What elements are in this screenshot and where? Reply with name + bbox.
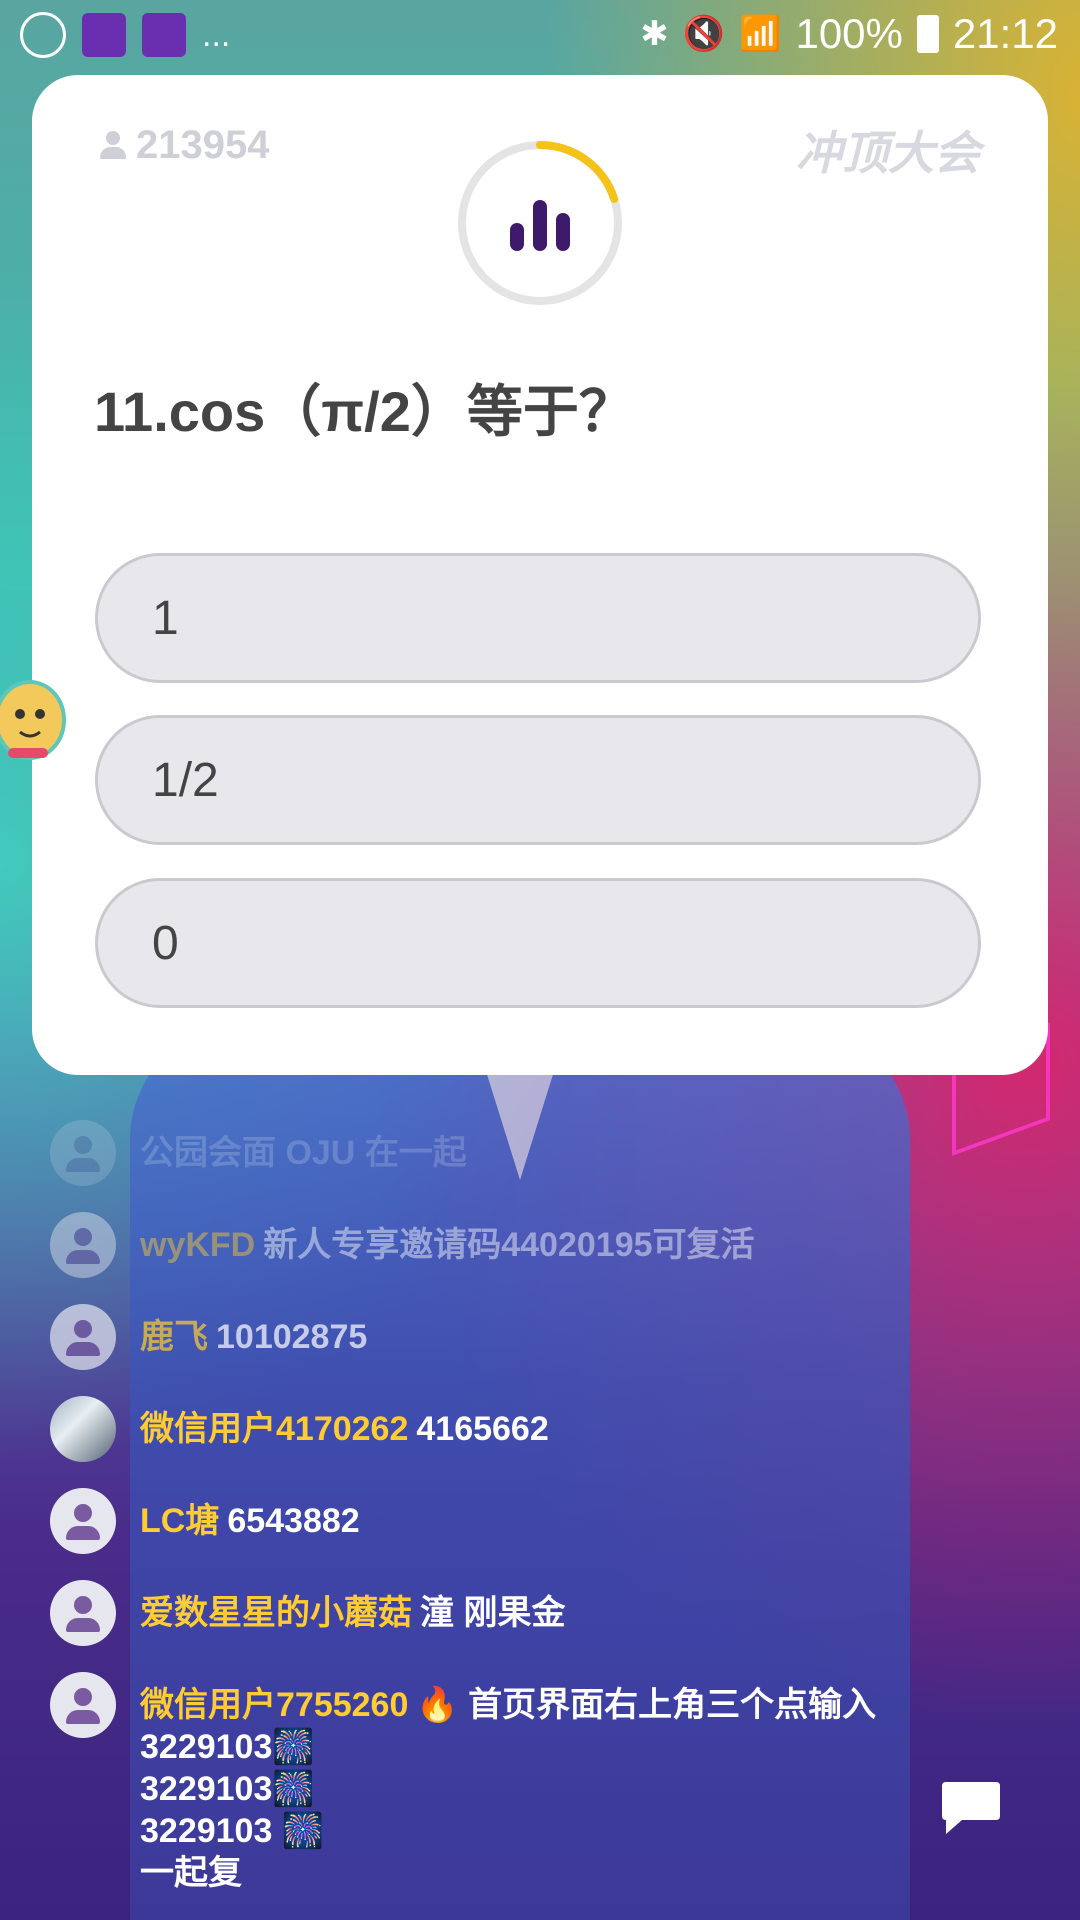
comment-username: LC塘 [140,1502,220,1540]
comment-message: 公园会面 OJU 在一起 [140,1134,467,1172]
comment-item: 鹿飞 10102875 [50,1304,367,1370]
app-logo: 冲顶大会 [796,126,980,180]
mute-icon: 🔇 [682,15,726,53]
more-notifications-icon: ... [202,15,231,54]
app-notification-icon [82,13,126,57]
status-bar: ... ✱ 🔇 📶 100% 21:12 [0,0,1080,75]
comment-message: 潼 刚果金 [420,1594,566,1632]
comment-message-line: 3229103🎆 [140,1728,315,1766]
comment-username: wyKFD [140,1226,256,1264]
comment-message: 10102875 [216,1318,368,1356]
comment-message-line: 一起复 [140,1854,242,1892]
comment-item: 爱数星星的小蘑菇潼 刚果金 [50,1580,565,1646]
avatar [50,1488,116,1554]
comment-username: 微信用户7755260 [140,1686,409,1724]
status-bar-left: ... [20,12,230,58]
avatar [50,1580,116,1646]
comment-username: 鹿飞 [140,1318,208,1356]
question-card: 213954 冲顶大会 11.cos（π/2）等于？ 1 1/2 0 [32,75,1048,1075]
comment-message-line: 3229103🎆 [140,1770,315,1808]
comment-message: 6543882 [227,1502,360,1540]
answer-option-2[interactable]: 1/2 [95,715,981,845]
battery-percent: 100% [795,10,903,57]
comment-item: LC塘 6543882 [50,1488,360,1554]
question-text: 11.cos（π/2）等于？ [94,380,635,443]
timer-progress [536,141,619,203]
player-count: 213954 [100,123,269,168]
wifi-icon: 📶 [739,15,782,53]
comment-item: 微信用户4170262 4165662 [50,1396,549,1462]
avatar [50,1120,116,1186]
comment-message: 4165662 [416,1410,549,1448]
avatar [50,1672,116,1738]
comment-username: 微信用户4170262 [140,1410,409,1448]
chat-bubble-icon[interactable] [940,1780,1002,1836]
battery-icon [916,15,939,53]
mascot-icon[interactable] [0,670,74,770]
player-count-value: 213954 [136,123,270,167]
comment-message-line: 3229103 🎆 [140,1812,325,1850]
clock: 21:12 [952,10,1058,57]
avatar [50,1212,116,1278]
comment-message: 新人专享邀请码44020195可复活 [263,1226,755,1264]
comment-item: 公园会面 OJU 在一起 [50,1120,467,1186]
comment-username: 爱数星星的小蘑菇 [140,1594,412,1632]
bluetooth-icon: ✱ [640,15,669,53]
answer-option-1[interactable]: 1 [95,553,981,683]
bar-chart-icon [510,200,570,251]
avatar [50,1304,116,1370]
comment-item: wyKFD 新人专享邀请码44020195可复活 [50,1212,755,1278]
comment-message: 🔥 首页界面右上角三个点输入 [416,1686,877,1724]
answer-option-3[interactable]: 0 [95,878,981,1008]
avatar [50,1396,116,1462]
incognito-icon [20,12,66,58]
app-notification-icon [142,13,186,57]
countdown-timer [458,141,622,305]
status-bar-right: ✱ 🔇 📶 100% 21:12 [640,10,1058,58]
comment-item: 微信用户7755260 🔥 首页界面右上角三个点输入 3229103🎆 32291… [50,1672,876,1894]
person-icon [100,130,126,161]
